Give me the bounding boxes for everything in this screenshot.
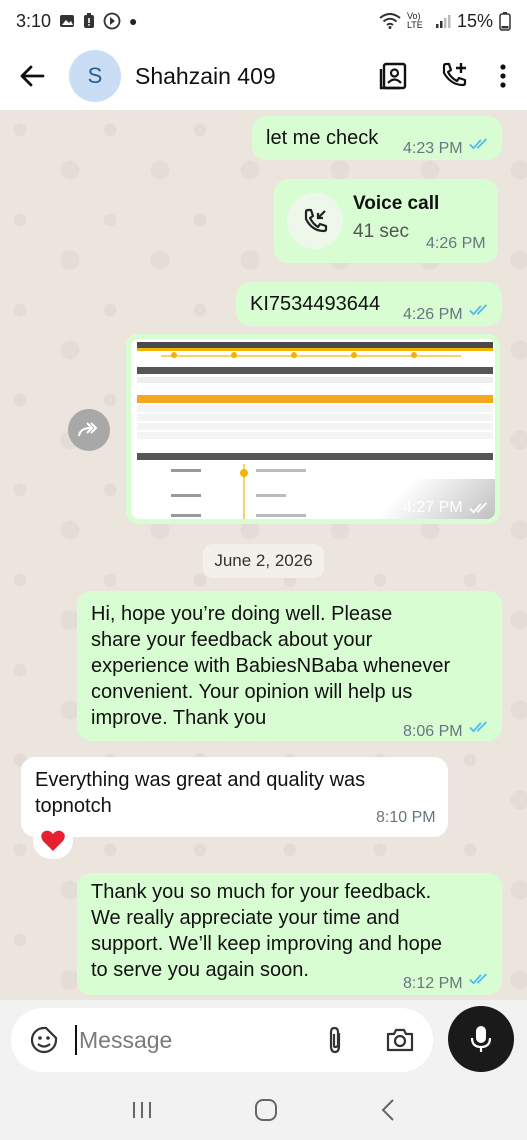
status-bar: 3:10 ● Vo) LTE 15% (0, 0, 527, 42)
battery-level: 15% (456, 10, 493, 31)
call-time: 4:26 PM (426, 235, 486, 252)
message-input-container[interactable]: Message (11, 1008, 433, 1072)
mic-button[interactable] (448, 1006, 514, 1072)
avatar[interactable]: S (69, 50, 121, 102)
message-line: support. We’ll keep improving and hope (91, 933, 442, 955)
image-time: 4:27 PM (403, 499, 463, 516)
message-outgoing[interactable]: KI7534493644 4:26 PM (236, 282, 502, 326)
system-nav-bar (0, 1080, 527, 1140)
call-duration: 41 sec (353, 221, 409, 242)
signal-icon (435, 15, 451, 28)
call-title: Voice call (353, 193, 440, 214)
contact-card-icon[interactable] (379, 61, 409, 91)
message-text: KI7534493644 (250, 293, 381, 315)
message-time: 4:23 PM (403, 140, 463, 157)
forward-arrow-icon (78, 422, 98, 437)
read-receipt-icon (469, 138, 488, 150)
message-time: 4:26 PM (403, 306, 463, 323)
home-icon[interactable] (254, 1098, 278, 1122)
message-outgoing[interactable]: let me check 4:23 PM (252, 116, 502, 160)
shipment-screenshot-image[interactable]: 4:27 PM (131, 339, 495, 519)
message-outgoing[interactable]: Thank you so much for your feedback. We … (77, 873, 502, 995)
message-outgoing[interactable]: Hi, hope you’re doing well. Please share… (77, 591, 502, 741)
message-line: share your feedback about your (91, 629, 373, 651)
text-cursor (75, 1025, 77, 1055)
message-line: Thank you so much for your feedback. (91, 881, 432, 903)
message-text: Thank you so much for your feedback. We … (91, 879, 442, 983)
battery-icon (499, 12, 511, 31)
more-options-icon[interactable] (499, 63, 507, 89)
battery-alert-icon (84, 13, 95, 28)
message-line: topnotch (35, 795, 112, 817)
message-line: Everything was great and quality was (35, 769, 366, 791)
read-receipt-icon (469, 973, 488, 985)
message-line: improve. Thank you (91, 707, 267, 729)
call-icon-circle (287, 193, 343, 249)
add-call-icon[interactable] (439, 61, 469, 91)
reaction-badge[interactable]: ❤️ (33, 823, 73, 859)
network-type: Vo) LTE (406, 11, 423, 30)
back-nav-icon[interactable] (380, 1098, 396, 1122)
message-text: let me check (266, 127, 379, 149)
message-line: experience with BabiesNBaba whenever (91, 655, 451, 677)
composer-bar: Message (0, 1000, 527, 1080)
image-message[interactable]: 4:27 PM (126, 334, 500, 524)
message-line: We really appreciate your time and (91, 907, 400, 929)
chat-header: S Shahzain 409 (0, 42, 527, 110)
recent-apps-icon[interactable] (131, 1100, 153, 1120)
wifi-icon (379, 13, 401, 29)
message-line: to serve you again soon. (91, 959, 309, 981)
message-time: 8:10 PM (376, 809, 436, 826)
message-line: convenient. Your opinion will help us (91, 681, 413, 703)
voice-call-bubble[interactable]: Voice call 41 sec 4:26 PM (274, 179, 498, 263)
forward-button[interactable] (68, 409, 110, 451)
read-receipt-icon (469, 502, 488, 514)
gallery-notification-icon (60, 15, 75, 27)
message-text: Everything was great and quality was top… (35, 767, 365, 819)
more-notifications-dot: ● (129, 13, 138, 29)
incoming-call-icon (304, 208, 328, 233)
microphone-icon (470, 1026, 492, 1052)
chat-area[interactable]: let me check 4:23 PM Voice call 41 sec 4… (0, 110, 527, 1000)
date-separator: June 2, 2026 (203, 544, 324, 578)
message-line: Hi, hope you’re doing well. Please (91, 603, 393, 625)
message-text: Hi, hope you’re doing well. Please share… (91, 601, 450, 731)
attach-icon[interactable] (325, 1025, 345, 1055)
status-time: 3:10 (16, 10, 52, 31)
message-time: 8:06 PM (403, 723, 463, 740)
message-incoming[interactable]: Everything was great and quality was top… (21, 757, 448, 837)
back-arrow-icon[interactable] (17, 61, 47, 91)
sticker-icon[interactable] (29, 1025, 59, 1055)
contact-name[interactable]: Shahzain 409 (135, 63, 276, 90)
read-receipt-icon (469, 721, 488, 733)
read-receipt-icon (469, 304, 488, 316)
sync-notification-icon (103, 12, 121, 30)
message-input[interactable]: Message (79, 1027, 172, 1054)
heart-reaction-icon (41, 830, 65, 851)
camera-icon[interactable] (385, 1027, 415, 1053)
message-time: 8:12 PM (403, 975, 463, 992)
